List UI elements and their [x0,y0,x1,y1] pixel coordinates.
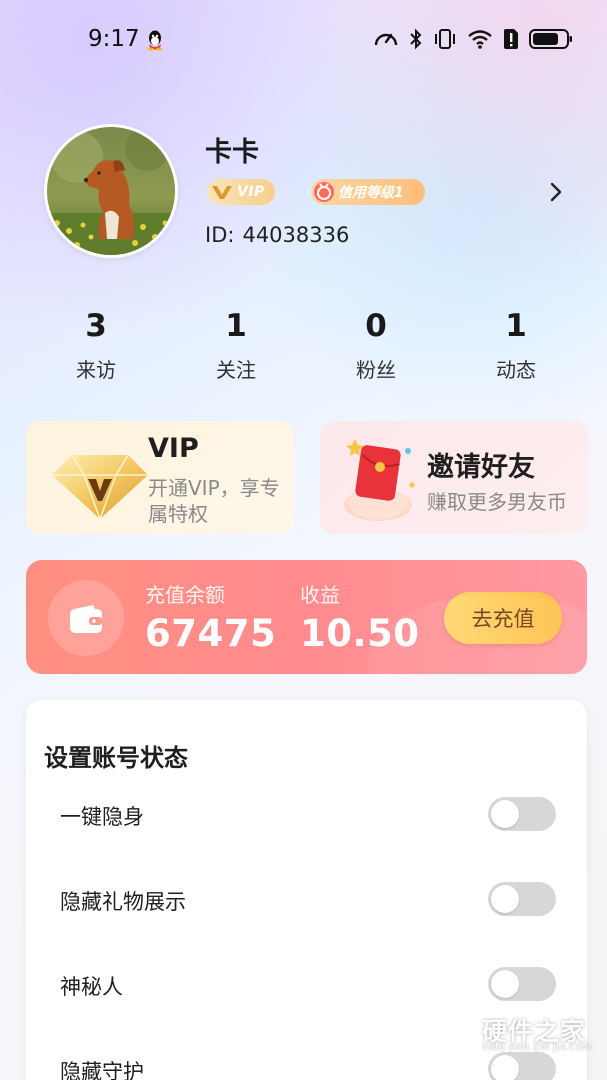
vip-diamond-icon [52,454,148,522]
red-envelope-icon [344,439,415,521]
hide-gifts-toggle[interactable] [488,882,556,916]
stat-posts[interactable]: 1 动态 [446,306,586,383]
data-speed-icon [374,33,398,46]
status-bar: 9:17 [0,0,607,80]
stat-value: 1 [505,308,527,344]
balance-card: 充值余额 67475 收益 10.50 去充值 [26,560,587,674]
income-value: 10.50 [300,612,420,655]
recharge-balance-label: 充值余额 [145,583,225,607]
setting-label: 一键隐身 [60,805,144,829]
user-id: ID: 44038336 [205,223,357,247]
watermark-subtext: YING JIAN ZHI JIA.COM [482,1043,593,1053]
setting-row-hide-gifts: 隐藏礼物展示 [60,882,556,922]
recharge-balance-value: 67475 [145,612,277,655]
watermark-logo-icon [437,1010,477,1058]
user-id-label: ID: [205,223,235,247]
invite-card[interactable]: 邀请好友 赚取更多男友币 [320,421,588,534]
vip-badge-label: VIP [237,184,265,200]
wifi-icon [468,30,492,49]
qq-icon [148,30,162,51]
toggle-knob [491,970,519,998]
bluetooth-icon [410,28,422,50]
stat-value: 3 [85,308,107,344]
stat-label: 来访 [76,358,116,382]
chevron-right-icon[interactable] [547,180,565,204]
setting-row-stealth: 一键隐身 [60,797,556,837]
recharge-button[interactable]: 去充值 [444,592,562,644]
setting-label: 隐藏礼物展示 [60,890,186,914]
sim-alert-icon [504,29,518,49]
toggle-knob [491,885,519,913]
setting-label: 神秘人 [60,975,123,999]
stat-following[interactable]: 1 关注 [166,306,306,383]
credit-badge: 信用等级1 [311,179,425,205]
stat-value: 1 [225,308,247,344]
settings-title: 设置账号状态 [44,744,188,772]
stat-label: 粉丝 [356,358,396,382]
credit-badge-label: 信用等级1 [338,185,404,201]
stat-visitors[interactable]: 3 来访 [26,306,166,383]
status-icons [373,28,573,50]
toggle-knob [491,800,519,828]
battery-icon [529,29,572,49]
vip-badge: VIP [207,179,275,205]
stealth-toggle[interactable] [488,797,556,831]
stat-value: 0 [365,308,387,344]
username: 卡卡 [205,137,259,168]
income-label: 收益 [300,583,340,607]
vip-card-title: VIP [148,433,199,464]
status-time: 9:17 [88,26,140,52]
stat-label: 动态 [496,358,536,382]
invite-card-desc: 赚取更多男友币 [427,490,567,514]
watermark: 硬件之家 YING JIAN ZHI JIA.COM [436,1010,596,1064]
setting-row-mystery: 神秘人 [60,967,556,1007]
vip-card-desc: 开通VIP，享专属特权 [148,476,280,526]
avatar[interactable] [44,124,178,258]
vibrate-icon [435,29,455,49]
vip-card[interactable]: VIP 开通VIP，享专属特权 [26,421,294,534]
stats-row: 3 来访 1 关注 0 粉丝 1 动态 [26,306,586,383]
stat-label: 关注 [216,358,256,382]
setting-label: 隐藏守护 [60,1060,144,1080]
vip-crown-icon [212,186,232,199]
mystery-toggle[interactable] [488,967,556,1001]
invite-card-title: 邀请好友 [427,452,535,483]
user-id-value: 44038336 [242,223,350,247]
medal-icon [314,182,334,202]
wallet-icon [70,605,102,633]
stat-fans[interactable]: 0 粉丝 [306,306,446,383]
avatar-image [47,127,175,255]
